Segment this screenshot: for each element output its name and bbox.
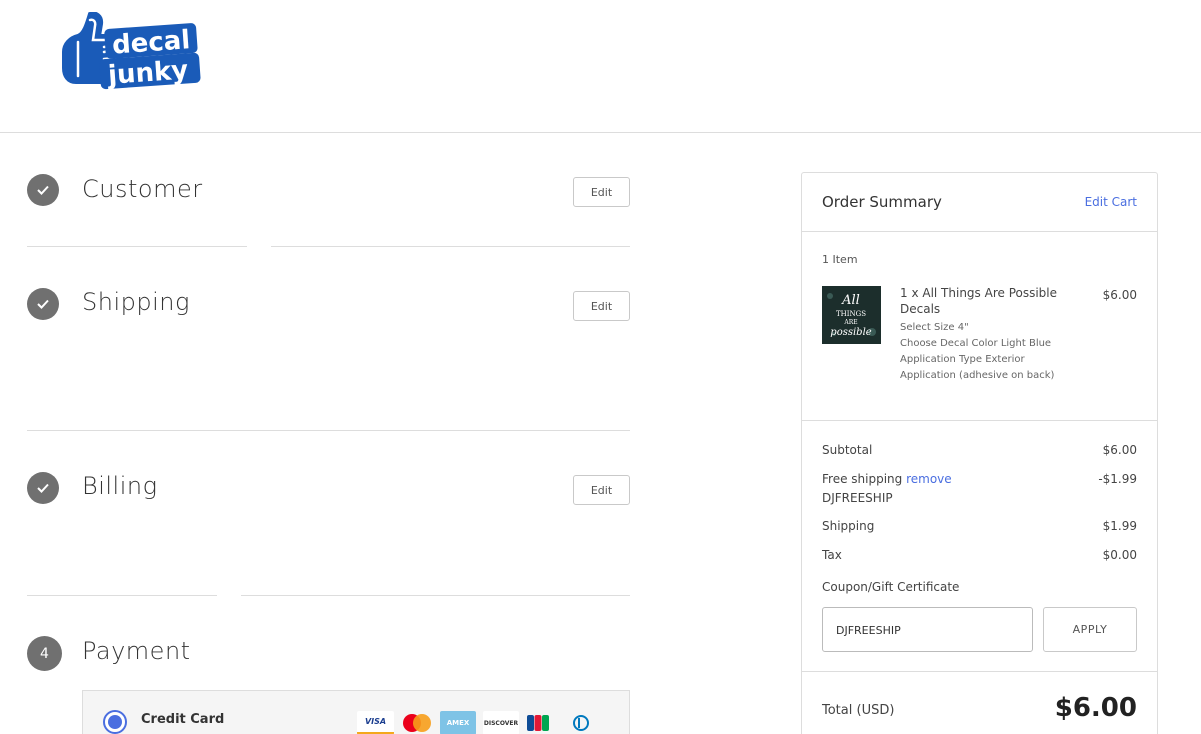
subtotal-value: $6.00 [1102, 443, 1137, 457]
discount-row: Free shipping remove [822, 472, 952, 486]
checkmark-icon [27, 472, 59, 504]
divider [27, 246, 247, 247]
diners-club-icon [568, 711, 593, 734]
divider [27, 595, 217, 596]
divider [27, 430, 630, 431]
order-summary: Order Summary Edit Cart 1 Item All THING… [801, 172, 1158, 734]
shipping-value: $1.99 [1102, 519, 1137, 533]
checkmark-icon [27, 174, 59, 206]
divider [241, 595, 630, 596]
amex-icon: AMEX [440, 711, 476, 734]
step-shipping: Shipping Edit [27, 286, 630, 322]
step-billing: Billing Edit [27, 470, 630, 506]
product-options: Select Size 4" Choose Decal Color Light … [900, 320, 1065, 384]
option-application: Application Type Exterior Application (a… [900, 354, 1055, 381]
divider [271, 246, 630, 247]
option-size: Select Size 4" [900, 322, 969, 333]
step-title-billing: Billing [82, 472, 158, 500]
step-number-badge: 4 [27, 636, 62, 671]
svg-text:possible: possible [830, 327, 871, 338]
item-count: 1 Item [822, 253, 858, 266]
site-header: decal junky [0, 0, 1201, 133]
discover-icon: DISCOVER [483, 711, 519, 734]
mastercard-icon [399, 711, 435, 734]
divider [802, 671, 1157, 672]
decal-junky-logo[interactable]: decal junky [60, 11, 205, 94]
option-color: Choose Decal Color Light Blue [900, 338, 1052, 349]
remove-discount-link[interactable]: remove [906, 472, 952, 486]
total-value: $6.00 [1054, 693, 1137, 723]
svg-text:THINGS: THINGS [836, 310, 866, 318]
credit-card-radio[interactable] [103, 710, 127, 734]
step-payment: 4 Payment [27, 635, 630, 671]
subtotal-label: Subtotal [822, 443, 873, 457]
edit-cart-link[interactable]: Edit Cart [1085, 195, 1137, 209]
edit-customer-button[interactable]: Edit [573, 177, 630, 207]
product-name: 1 x All Things Are Possible Decals [900, 286, 1058, 316]
svg-text:All: All [841, 293, 860, 308]
total-label: Total (USD) [822, 703, 895, 718]
svg-text:junky: junky [106, 55, 189, 91]
step-title-payment: Payment [82, 637, 191, 665]
svg-text:ARE: ARE [843, 319, 857, 326]
checkmark-icon [27, 288, 59, 320]
edit-billing-button[interactable]: Edit [573, 475, 630, 505]
visa-icon: VISA [357, 711, 394, 734]
edit-shipping-button[interactable]: Edit [573, 291, 630, 321]
discount-label: Free shipping [822, 472, 903, 486]
step-customer: Customer Edit [27, 172, 630, 208]
product-price: $6.00 [1102, 288, 1137, 302]
tax-label: Tax [822, 548, 842, 562]
shipping-label: Shipping [822, 519, 875, 533]
step-title-customer: Customer [82, 175, 203, 203]
credit-card-label: Credit Card [141, 712, 225, 727]
coupon-label: Coupon/Gift Certificate [822, 580, 960, 594]
tax-value: $0.00 [1102, 548, 1137, 562]
discount-value: -$1.99 [1098, 472, 1137, 486]
step-title-shipping: Shipping [82, 288, 190, 316]
product-thumbnail[interactable]: All THINGS ARE possible [822, 286, 881, 344]
payment-method-credit-card[interactable]: Credit Card VISA AMEX DISCOVER [82, 690, 630, 734]
jcb-icon [525, 711, 550, 734]
coupon-input[interactable]: DJFREESHIP [822, 607, 1033, 652]
summary-header: Order Summary Edit Cart [802, 173, 1157, 232]
apply-coupon-button[interactable]: APPLY [1043, 607, 1137, 652]
discount-code: DJFREESHIP [822, 491, 893, 505]
summary-title: Order Summary [822, 193, 942, 211]
